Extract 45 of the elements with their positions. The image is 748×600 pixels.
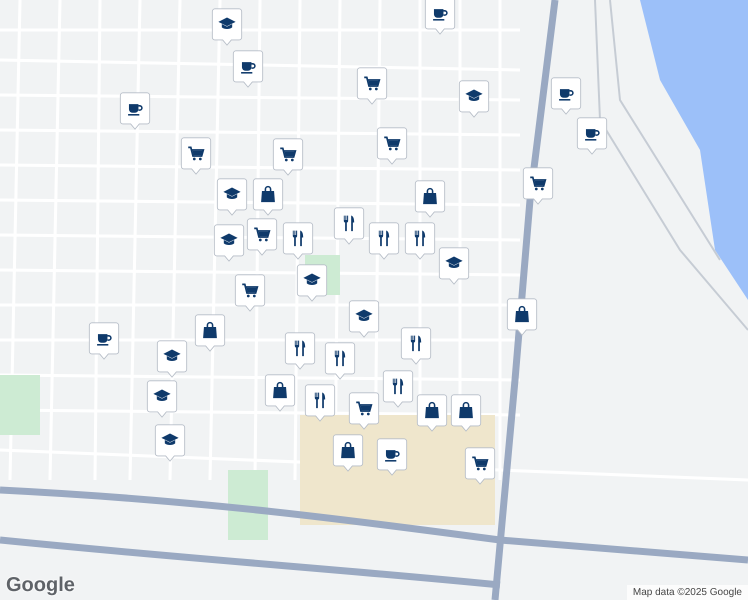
coffee-cup-icon [559,89,574,101]
shopping-bag-icon [341,442,355,458]
coffee-cup-icon [433,9,448,21]
fork-and-knife-icon [410,336,422,352]
shopping-cart-icon [356,402,372,416]
graduation-cap-icon [465,90,483,102]
shopping-cart-icon [242,284,258,298]
graduation-cap-icon [163,350,181,362]
shopping-bag-icon [423,188,437,204]
shopping-bag-icon [261,186,275,202]
fork-and-knife-icon [378,230,390,246]
fork-and-knife-icon [292,230,304,246]
shopping-cart-icon [188,146,204,160]
shopping-bag-icon [459,402,473,418]
coffee-cup-icon [97,334,112,346]
shopping-bag-icon [203,322,217,338]
google-logo[interactable]: Google [6,574,75,597]
coffee-cup-icon [385,450,400,462]
graduation-cap-icon [355,310,373,322]
fork-and-knife-icon [344,216,354,232]
coffee-cup-icon [585,129,600,141]
fork-and-knife-icon [334,350,346,366]
shopping-bag-icon [515,306,529,322]
fork-and-knife-icon [414,230,426,246]
fork-and-knife-icon [314,392,326,408]
shopping-cart-icon [472,456,488,470]
graduation-cap-icon [161,434,179,446]
shopping-cart-icon [384,136,400,150]
shopping-bag-icon [273,382,287,398]
graduation-cap-icon [303,274,321,286]
fork-and-knife-icon [294,340,306,356]
shopping-bag-icon [425,402,439,418]
shopping-cart-icon [254,228,270,242]
coffee-cup-icon [241,62,256,74]
graduation-cap-icon [220,234,238,246]
graduation-cap-icon [223,188,241,200]
graduation-cap-icon [153,390,171,402]
map-attribution: Map data ©2025 Google [626,585,748,600]
shopping-cart-icon [530,176,546,190]
coffee-cup-icon [128,104,143,116]
graduation-cap-icon [445,256,463,268]
graduation-cap-icon [218,18,236,30]
fork-and-knife-icon [392,378,404,394]
shopping-cart-icon [364,76,380,90]
shopping-cart-icon [280,148,296,162]
